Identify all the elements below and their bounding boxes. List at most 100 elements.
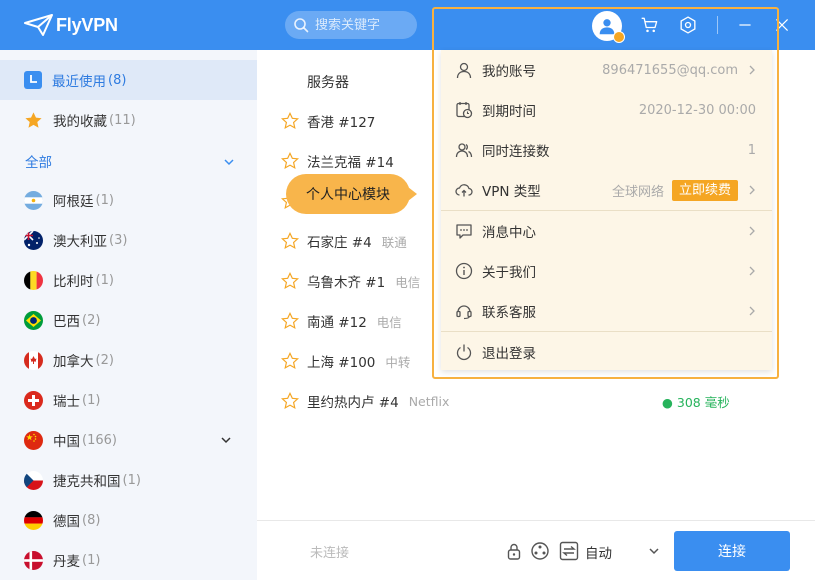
menu-item-label: VPN 类型 bbox=[482, 184, 541, 200]
star-outline-icon[interactable] bbox=[281, 392, 299, 410]
canada-flag-icon bbox=[24, 350, 43, 370]
menu-item-support[interactable]: 联系客服 bbox=[441, 291, 772, 331]
star-outline-icon[interactable] bbox=[281, 272, 299, 290]
chevron-right-icon bbox=[749, 185, 755, 195]
country-count: (1) bbox=[122, 472, 141, 488]
sidebar-item-canada[interactable]: 加拿大 (2) bbox=[0, 340, 257, 380]
menu-item-label: 同时连接数 bbox=[482, 144, 550, 160]
connection-mode[interactable]: 自动 bbox=[585, 542, 612, 562]
sidebar-item-china[interactable]: 中国 (166) bbox=[0, 420, 257, 460]
clock-icon bbox=[24, 71, 42, 89]
server-name: 香港 #127 bbox=[307, 115, 376, 131]
lock-icon[interactable] bbox=[504, 541, 524, 561]
message-icon bbox=[456, 224, 472, 239]
star-outline-icon[interactable] bbox=[281, 112, 299, 130]
sidebar-item-czech[interactable]: 捷克共和国 (1) bbox=[0, 460, 257, 500]
country-name: 捷克共和国 bbox=[53, 474, 121, 490]
star-outline-icon[interactable] bbox=[281, 152, 299, 170]
argentina-flag-icon bbox=[24, 190, 43, 210]
czech-flag-icon bbox=[24, 470, 43, 490]
switch-arrows-icon[interactable] bbox=[559, 541, 579, 561]
menu-item-label: 关于我们 bbox=[482, 265, 536, 281]
server-tag: 中转 bbox=[385, 354, 411, 370]
sidebar-item-favorites[interactable]: 我的收藏 (11) bbox=[0, 100, 257, 140]
app-logo: FlyVPN bbox=[24, 12, 118, 38]
all-servers-header[interactable]: 全部 bbox=[25, 151, 52, 171]
chevron-right-icon bbox=[749, 65, 755, 75]
menu-item-account[interactable]: 我的账号 896471655@qq.com bbox=[441, 50, 772, 90]
country-count: (166) bbox=[82, 432, 117, 448]
chevron-right-icon bbox=[749, 306, 755, 316]
headset-icon bbox=[456, 305, 472, 320]
account-dropdown: 我的账号 896471655@qq.com 到期时间 2020-12-30 00… bbox=[441, 50, 772, 370]
sidebar-item-switzerland[interactable]: 瑞士 (1) bbox=[0, 380, 257, 420]
annotation-callout: 个人中心模块 bbox=[286, 174, 420, 214]
star-outline-icon[interactable] bbox=[281, 352, 299, 370]
sidebar-item-recent[interactable]: 最近使用 (8) bbox=[0, 60, 257, 100]
australia-flag-icon bbox=[24, 230, 43, 250]
chevron-down-icon[interactable] bbox=[648, 545, 660, 557]
server-tag: 联通 bbox=[381, 234, 407, 250]
menu-item-logout[interactable]: 退出登录 bbox=[441, 332, 772, 372]
country-count: (1) bbox=[95, 272, 114, 288]
country-name: 丹麦 bbox=[53, 554, 80, 570]
expiry-date: 2020-12-30 00:00 bbox=[638, 102, 756, 118]
belgium-flag-icon bbox=[24, 270, 43, 290]
menu-item-about[interactable]: 关于我们 bbox=[441, 251, 772, 291]
search-icon bbox=[294, 18, 309, 33]
server-name: 里约热内卢 #4 bbox=[307, 395, 399, 411]
menu-item-label: 到期时间 bbox=[482, 104, 536, 120]
users-icon bbox=[455, 143, 473, 158]
sidebar-item-label: 最近使用 bbox=[52, 74, 106, 90]
country-count: (2) bbox=[82, 312, 101, 328]
country-count: (8) bbox=[82, 512, 101, 528]
sidebar-item-denmark[interactable]: 丹麦 (1) bbox=[0, 540, 257, 580]
menu-item-connections: 同时连接数 1 bbox=[441, 130, 772, 170]
switzerland-flag-icon bbox=[24, 390, 43, 410]
protocol-icon[interactable] bbox=[530, 541, 550, 561]
sidebar-item-argentina[interactable]: 阿根廷 (1) bbox=[0, 180, 257, 220]
menu-item-label: 我的账号 bbox=[482, 64, 536, 80]
account-email: 896471655@qq.com bbox=[602, 62, 738, 78]
power-icon bbox=[456, 344, 472, 361]
connections-count: 1 bbox=[747, 142, 756, 158]
star-filled-icon bbox=[25, 111, 42, 128]
chevron-right-icon bbox=[749, 266, 755, 276]
menu-item-messages[interactable]: 消息中心 bbox=[441, 211, 772, 251]
connect-button[interactable]: 连接 bbox=[674, 531, 790, 571]
server-name: 南通 #12 bbox=[307, 315, 367, 331]
country-name: 比利时 bbox=[53, 274, 94, 290]
server-name: 石家庄 #4 bbox=[307, 235, 372, 251]
server-tag: 电信 bbox=[376, 314, 402, 330]
chevron-down-icon[interactable] bbox=[220, 434, 232, 446]
denmark-flag-icon bbox=[24, 550, 43, 570]
menu-item-label: 联系客服 bbox=[482, 305, 536, 321]
chevron-right-icon bbox=[749, 226, 755, 236]
sidebar: 最近使用 (8) 我的收藏 (11) 全部 阿根廷 (1) 澳大利亚 (3) 比… bbox=[0, 50, 257, 580]
china-flag-icon bbox=[24, 430, 43, 450]
menu-item-label: 消息中心 bbox=[482, 225, 536, 241]
star-outline-icon[interactable] bbox=[281, 312, 299, 330]
country-name: 澳大利亚 bbox=[53, 234, 107, 250]
country-name: 加拿大 bbox=[53, 354, 94, 370]
user-outline-icon bbox=[456, 62, 472, 79]
cloud-upload-icon bbox=[455, 184, 473, 197]
server-name: 上海 #100 bbox=[307, 355, 376, 371]
sidebar-item-brazil[interactable]: 巴西 (2) bbox=[0, 300, 257, 340]
star-outline-icon[interactable] bbox=[281, 232, 299, 250]
sidebar-item-australia[interactable]: 澳大利亚 (3) bbox=[0, 220, 257, 260]
search-input[interactable] bbox=[315, 17, 410, 33]
sidebar-item-germany[interactable]: 德国 (8) bbox=[0, 500, 257, 540]
server-row[interactable]: 里约热内卢 #4 Netflix ● 308 毫秒 bbox=[257, 381, 815, 421]
renew-now-button[interactable]: 立即续费 bbox=[671, 180, 738, 201]
server-tag: Netflix bbox=[408, 393, 450, 409]
flyvpn-window: FlyVPN 搜索关键字 最近使用 (8) 我的收藏 (11) 全部 阿根廷 (… bbox=[0, 0, 815, 580]
search-box[interactable] bbox=[285, 11, 417, 39]
menu-item-label: 退出登录 bbox=[482, 346, 536, 362]
connection-status: 未连接 bbox=[310, 546, 350, 561]
sidebar-item-belgium[interactable]: 比利时 (1) bbox=[0, 260, 257, 300]
menu-item-expiry: 到期时间 2020-12-30 00:00 bbox=[441, 90, 772, 130]
chevron-down-icon[interactable] bbox=[223, 156, 235, 168]
country-count: (1) bbox=[82, 552, 101, 568]
menu-item-vpn-type[interactable]: VPN 类型 全球网络 立即续费 bbox=[441, 170, 772, 210]
